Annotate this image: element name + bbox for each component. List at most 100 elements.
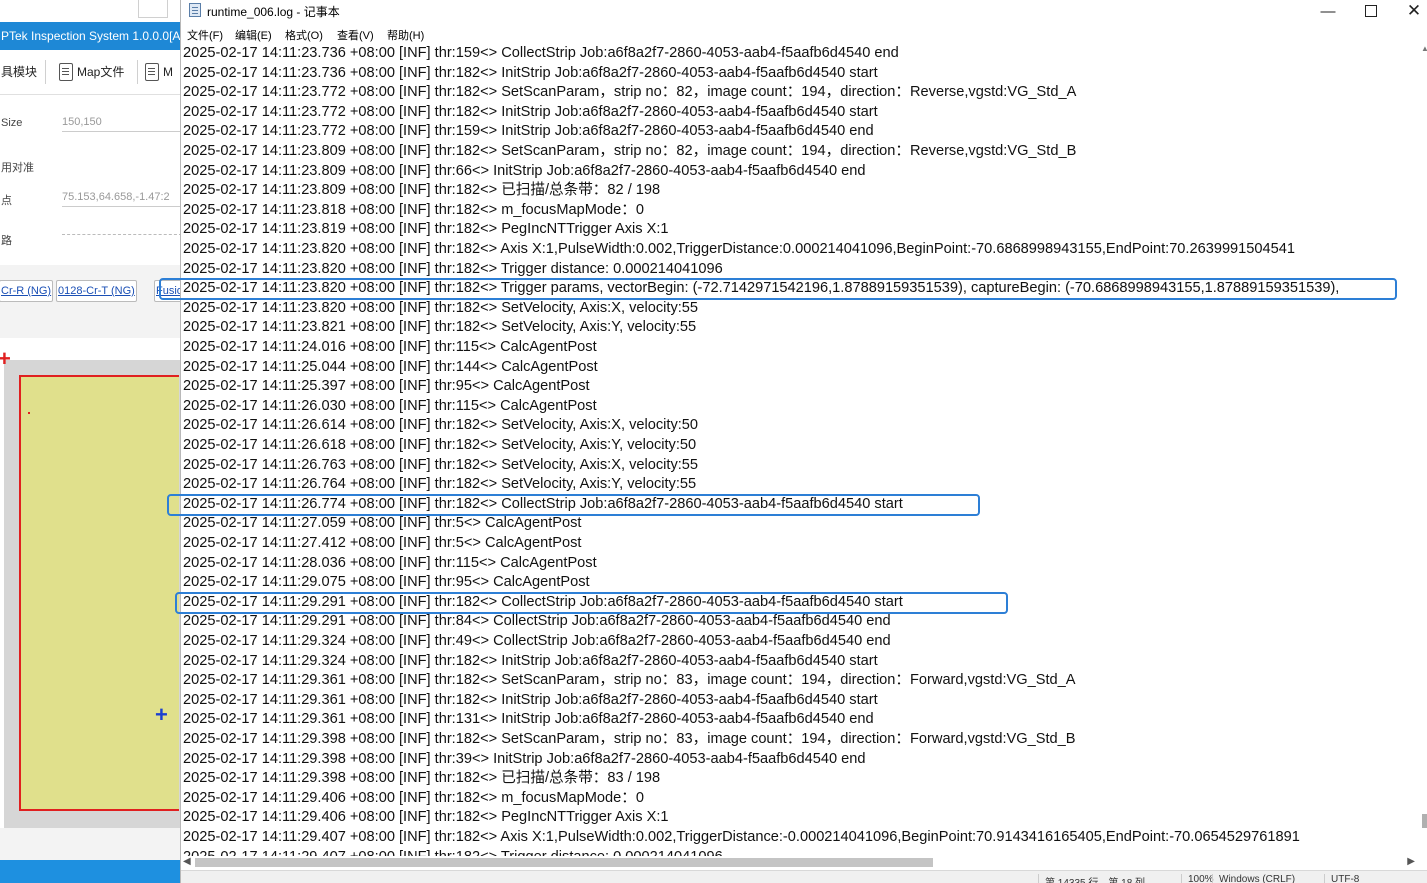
log-line: 2025-02-17 14:11:23.821 +08:00 [INF] thr… xyxy=(183,319,697,336)
scroll-left-icon[interactable]: ◀ xyxy=(183,856,191,867)
log-line: 2025-02-17 14:11:23.819 +08:00 [INF] thr… xyxy=(183,221,669,238)
horizontal-scrollbar[interactable]: ◀ ▶ xyxy=(181,856,1421,870)
close-icon: ✕ xyxy=(1406,1,1422,20)
log-line: 2025-02-17 14:11:29.398 +08:00 [INF] thr… xyxy=(183,770,661,787)
log-line: 2025-02-17 14:11:23.772 +08:00 [INF] thr… xyxy=(183,123,874,140)
menu-help[interactable]: 帮助(H) xyxy=(387,27,424,43)
horizontal-scroll-thumb[interactable] xyxy=(195,858,933,867)
notepad-window: runtime_006.log - 记事本 — ✕ 文件(F) 编辑(E) 格式… xyxy=(159,0,1427,883)
log-line: 2025-02-17 14:11:23.820 +08:00 [INF] thr… xyxy=(183,299,699,316)
log-line: 2025-02-17 14:11:23.809 +08:00 [INF] thr… xyxy=(183,162,866,179)
size-label: Size xyxy=(1,117,23,129)
background-app-window: PTek Inspection System 1.0.0.0[Ac 具模块 Ma… xyxy=(0,0,182,883)
menu-edit[interactable]: 编辑(E) xyxy=(235,27,272,43)
vertical-scrollbar[interactable]: ▲ xyxy=(1421,44,1427,856)
toolbar-divider xyxy=(45,60,46,84)
log-line: 2025-02-17 14:11:26.614 +08:00 [INF] thr… xyxy=(183,417,699,434)
notepad-app-icon xyxy=(189,3,201,17)
menu-view[interactable]: 查看(V) xyxy=(337,27,374,43)
path-field[interactable] xyxy=(62,231,182,235)
vertical-scroll-thumb[interactable] xyxy=(1422,814,1427,828)
scroll-right-icon[interactable]: ▶ xyxy=(1407,856,1415,867)
log-line: 2025-02-17 14:11:23.809 +08:00 [INF] thr… xyxy=(183,143,1077,159)
log-line: 2025-02-17 14:11:29.407 +08:00 [INF] thr… xyxy=(183,829,1300,845)
tool-module-label: 具模块 xyxy=(1,65,38,79)
document-icon xyxy=(59,63,73,81)
highlight-box xyxy=(159,278,1397,301)
map-file-button[interactable]: Map文件 xyxy=(59,60,124,84)
minimize-icon: — xyxy=(1320,2,1336,20)
log-line: 2025-02-17 14:11:29.406 +08:00 [INF] thr… xyxy=(183,809,669,826)
defect-tag[interactable]: Cr-R (NG) xyxy=(0,280,54,302)
align-label: 用对准 xyxy=(1,162,34,174)
highlight-box xyxy=(175,591,1008,614)
log-line: 2025-02-17 14:11:24.016 +08:00 [INF] thr… xyxy=(183,339,597,355)
blue-cross-marker-icon: + xyxy=(155,702,168,727)
red-dot-marker xyxy=(28,412,30,414)
menu-format[interactable]: 格式(O) xyxy=(285,27,323,43)
status-zoom: 100% xyxy=(1181,874,1214,883)
defect-tag[interactable]: 0128-Cr-T (NG) xyxy=(56,280,137,302)
log-line: 2025-02-17 14:11:29.398 +08:00 [INF] thr… xyxy=(183,750,866,767)
coord-field[interactable]: 75.153,64.658,-1.47:2 xyxy=(62,191,182,207)
size-field[interactable]: 150,150 xyxy=(62,116,182,132)
text-editor[interactable]: 2025-02-17 14:11:23.736 +08:00 [INF] thr… xyxy=(181,44,1421,856)
notepad-titlebar: runtime_006.log - 记事本 — ✕ xyxy=(181,0,1427,22)
red-cross-marker-icon: + xyxy=(0,346,11,371)
log-line: 2025-02-17 14:11:27.412 +08:00 [INF] thr… xyxy=(183,535,582,551)
log-line: 2025-02-17 14:11:29.361 +08:00 [INF] thr… xyxy=(183,691,878,708)
maximize-icon xyxy=(1365,5,1377,17)
log-line: 2025-02-17 14:11:25.397 +08:00 [INF] thr… xyxy=(183,378,590,395)
close-button[interactable]: ✕ xyxy=(1392,0,1427,22)
log-line: 2025-02-17 14:11:23.818 +08:00 [INF] thr… xyxy=(183,201,644,218)
log-line: 2025-02-17 14:11:23.820 +08:00 [INF] thr… xyxy=(183,260,723,277)
third-toolbar-label: M xyxy=(163,65,173,79)
background-app-toolbar: 具模块 Map文件 M xyxy=(0,50,182,95)
status-eol: Windows (CRLF) xyxy=(1212,874,1295,883)
log-line: 2025-02-17 14:11:29.324 +08:00 [INF] thr… xyxy=(183,652,878,669)
log-line: 2025-02-17 14:11:29.291 +08:00 [INF] thr… xyxy=(183,613,891,630)
maximize-button[interactable] xyxy=(1349,0,1393,22)
log-line: 2025-02-17 14:11:29.361 +08:00 [INF] thr… xyxy=(183,672,1076,689)
notepad-menubar: 文件(F) 编辑(E) 格式(O) 查看(V) 帮助(H) xyxy=(181,24,1427,44)
highlight-box xyxy=(167,493,980,516)
log-line: 2025-02-17 14:11:23.809 +08:00 [INF] thr… xyxy=(183,182,661,199)
log-line: 2025-02-17 14:11:29.407 +08:00 [INF] thr… xyxy=(183,848,723,856)
log-line: 2025-02-17 14:11:29.361 +08:00 [INF] thr… xyxy=(183,711,874,728)
log-line: 2025-02-17 14:11:23.736 +08:00 [INF] thr… xyxy=(183,64,878,81)
log-line: 2025-02-17 14:11:23.772 +08:00 [INF] thr… xyxy=(183,84,1077,101)
log-line: 2025-02-17 14:11:29.324 +08:00 [INF] thr… xyxy=(183,633,891,649)
log-line: 2025-02-17 14:11:26.030 +08:00 [INF] thr… xyxy=(183,397,597,414)
path-label: 路 xyxy=(1,235,12,247)
log-line: 2025-02-17 14:11:29.406 +08:00 [INF] thr… xyxy=(183,789,644,806)
log-line: 2025-02-17 14:11:26.618 +08:00 [INF] thr… xyxy=(183,437,697,453)
map-file-label: Map文件 xyxy=(77,65,125,79)
third-toolbar-button[interactable]: M xyxy=(145,60,173,84)
toolbar-divider xyxy=(137,60,138,84)
tool-module-button[interactable]: 具模块 xyxy=(1,60,37,84)
status-line-col: 第 14335 行，第 18 列 xyxy=(1038,874,1145,883)
status-bar: 第 14335 行，第 18 列 100% Windows (CRLF) UTF… xyxy=(181,870,1427,883)
notepad-title: runtime_006.log - 记事本 xyxy=(207,5,340,19)
log-line: 2025-02-17 14:11:29.075 +08:00 [INF] thr… xyxy=(183,574,590,591)
coord-label: 点 xyxy=(1,195,12,207)
minimize-button[interactable]: — xyxy=(1306,0,1350,22)
wafer-map-region[interactable] xyxy=(19,375,179,811)
background-app-title: PTek Inspection System 1.0.0.0[Ac xyxy=(0,22,182,50)
log-line: 2025-02-17 14:11:28.036 +08:00 [INF] thr… xyxy=(183,554,597,571)
log-line: 2025-02-17 14:11:23.820 +08:00 [INF] thr… xyxy=(183,241,1295,257)
log-line: 2025-02-17 14:11:26.764 +08:00 [INF] thr… xyxy=(183,476,697,493)
log-line: 2025-02-17 14:11:23.772 +08:00 [INF] thr… xyxy=(183,103,878,120)
taskbar xyxy=(0,860,182,883)
scroll-up-icon[interactable]: ▲ xyxy=(1421,44,1427,54)
log-line: 2025-02-17 14:11:26.763 +08:00 [INF] thr… xyxy=(183,456,699,473)
log-line: 2025-02-17 14:11:29.398 +08:00 [INF] thr… xyxy=(183,731,1076,747)
log-line: 2025-02-17 14:11:25.044 +08:00 [INF] thr… xyxy=(183,358,598,375)
defect-tags-row: Cr-R (NG) 0128-Cr-T (NG) Fusio xyxy=(0,278,182,306)
menu-file[interactable]: 文件(F) xyxy=(187,27,223,43)
log-line: 2025-02-17 14:11:27.059 +08:00 [INF] thr… xyxy=(183,515,582,532)
background-app-top-button[interactable] xyxy=(138,0,168,18)
status-encoding: UTF-8 xyxy=(1324,874,1359,883)
report-icon xyxy=(145,63,159,81)
background-app-form: Size 150,150 用对准 点 75.153,64.658,-1.47:2… xyxy=(0,95,182,265)
